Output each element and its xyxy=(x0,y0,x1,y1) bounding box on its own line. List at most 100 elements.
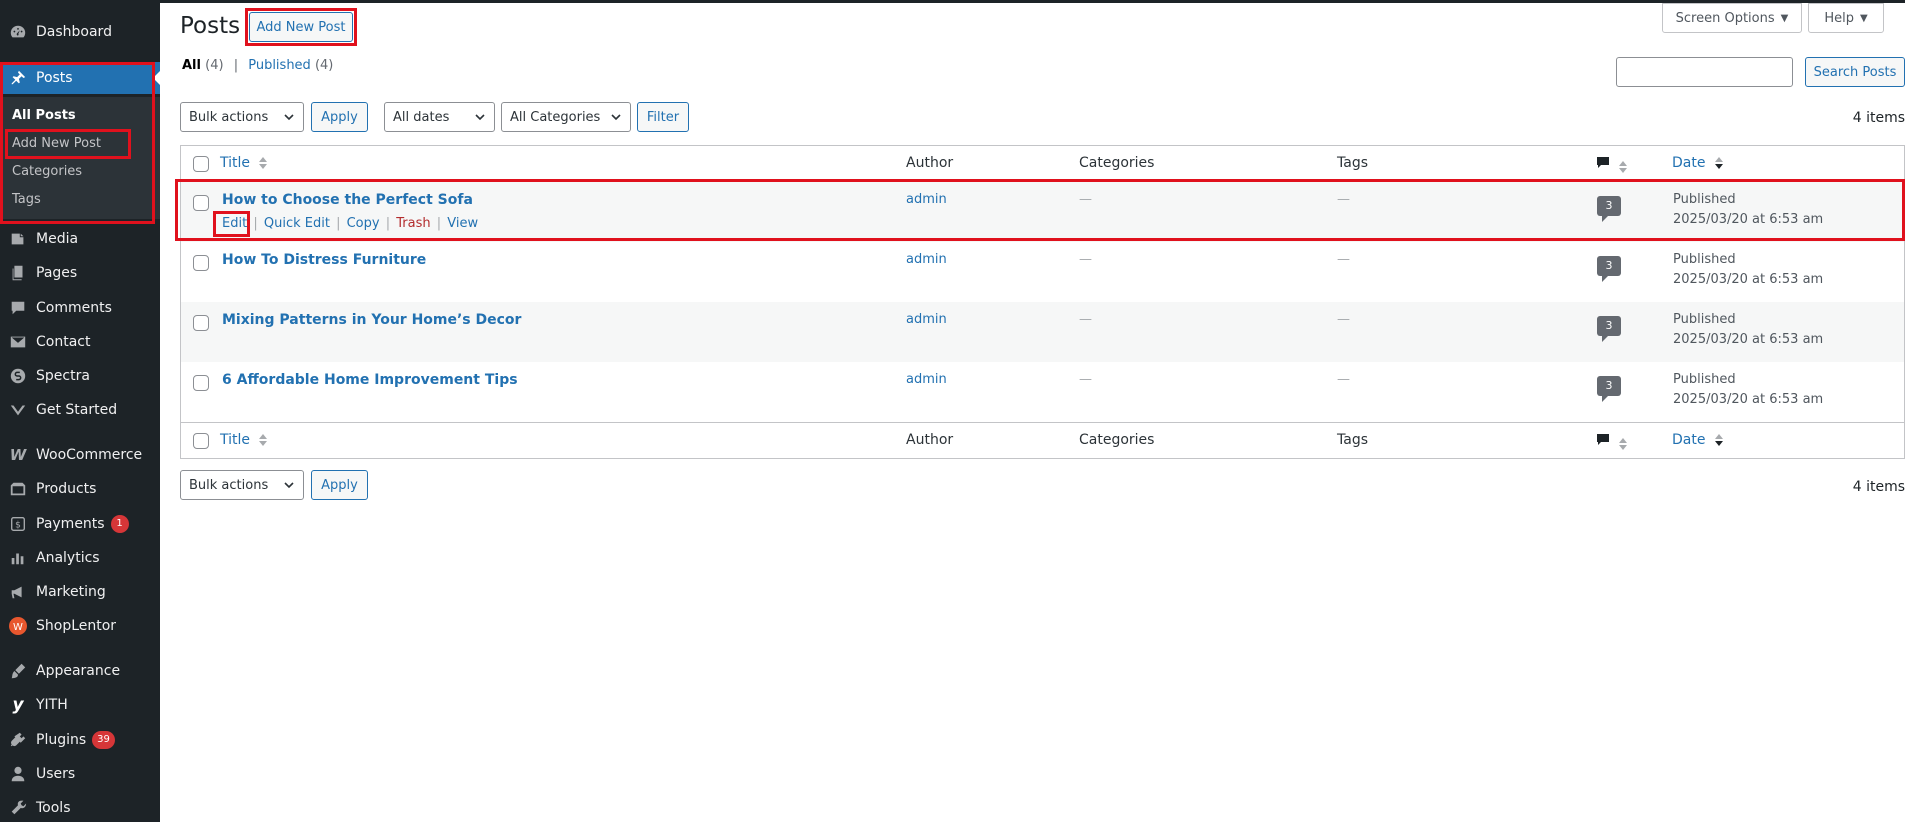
sort-desc-icon xyxy=(1714,434,1723,446)
column-comments-sort[interactable] xyxy=(1596,156,1628,174)
active-indicator xyxy=(153,70,161,86)
view-link[interactable]: View xyxy=(447,216,478,231)
post-status: Published xyxy=(1673,372,1736,387)
sidebar-item-label: Media xyxy=(36,231,79,247)
caret-down-icon: ▼ xyxy=(1859,12,1868,24)
trash-link[interactable]: Trash xyxy=(396,216,430,231)
column-date-sort[interactable]: Date xyxy=(1672,155,1724,171)
sidebar-item-payments[interactable]: $ Payments 1 xyxy=(0,509,160,539)
sidebar-item-dashboard[interactable]: Dashboard xyxy=(0,17,160,47)
items-count-bottom: 4 items xyxy=(1852,479,1905,495)
sidebar-item-contact[interactable]: Contact xyxy=(0,327,160,357)
help-button[interactable]: Help ▼ xyxy=(1808,3,1884,33)
sidebar-item-label: Spectra xyxy=(36,368,90,384)
table-footer: Title Author Categories Tags Date xyxy=(181,422,1904,458)
author-link[interactable]: admin xyxy=(906,372,947,387)
quick-edit-link[interactable]: Quick Edit xyxy=(264,216,330,231)
apply-button-top[interactable]: Apply xyxy=(311,102,368,132)
plugins-badge: 39 xyxy=(92,731,115,749)
filter-all-link[interactable]: All xyxy=(182,58,201,73)
page-title: Posts xyxy=(180,13,241,39)
screen-options-button[interactable]: Screen Options ▼ xyxy=(1662,3,1802,33)
author-link[interactable]: admin xyxy=(906,252,947,267)
sidebar-item-plugins[interactable]: Plugins 39 xyxy=(0,725,160,755)
comment-count-bubble[interactable]: 3 xyxy=(1597,256,1621,282)
bulk-actions-select-bottom[interactable]: Bulk actions xyxy=(180,470,304,500)
sidebar-item-marketing[interactable]: Marketing xyxy=(0,577,160,607)
post-status: Published xyxy=(1673,312,1736,327)
sidebar-item-get-started[interactable]: Get Started xyxy=(0,395,160,425)
sidebar-item-spectra[interactable]: Spectra xyxy=(0,361,160,391)
column-title-sort-footer[interactable]: Title xyxy=(220,432,268,448)
sidebar-item-analytics[interactable]: Analytics xyxy=(0,543,160,573)
chevron-down-icon xyxy=(611,114,621,121)
analytics-icon xyxy=(8,548,28,568)
tags-value: — xyxy=(1337,312,1350,327)
column-date-label: Date xyxy=(1672,155,1706,171)
products-icon xyxy=(8,479,28,499)
bulk-actions-select[interactable]: Bulk actions xyxy=(180,102,304,132)
post-title-link[interactable]: How To Distress Furniture xyxy=(222,252,426,268)
sidebar-item-label: Pages xyxy=(36,265,78,281)
sidebar-item-shoplentor[interactable]: W ShopLentor xyxy=(0,611,160,641)
post-status: Published xyxy=(1673,192,1736,207)
row-checkbox[interactable] xyxy=(193,195,209,211)
sidebar-item-label: WooCommerce xyxy=(36,447,143,463)
column-title-sort[interactable]: Title xyxy=(220,155,268,171)
search-posts-button[interactable]: Search Posts xyxy=(1805,57,1905,87)
select-all-checkbox-footer[interactable] xyxy=(193,433,209,449)
comment-count-bubble[interactable]: 3 xyxy=(1597,196,1621,222)
sidebar-item-posts[interactable]: Posts xyxy=(0,62,161,94)
column-date-sort-footer[interactable]: Date xyxy=(1672,432,1724,448)
add-new-post-button[interactable]: Add New Post xyxy=(249,12,353,42)
categories-select[interactable]: All Categories xyxy=(501,102,631,132)
copy-link[interactable]: Copy xyxy=(347,216,380,231)
sidebar-item-comments[interactable]: Comments xyxy=(0,293,160,323)
sort-icon xyxy=(259,434,268,446)
column-comments-sort-footer[interactable] xyxy=(1596,433,1628,451)
plugins-icon xyxy=(8,730,28,750)
row-checkbox[interactable] xyxy=(193,315,209,331)
submenu-all-posts[interactable]: All Posts xyxy=(12,104,76,126)
pages-icon xyxy=(8,263,28,283)
filter-button[interactable]: Filter xyxy=(637,102,689,132)
dashboard-icon xyxy=(8,22,28,42)
filter-all-count: (4) xyxy=(205,58,224,73)
table-header: Title Author Categories Tags Date xyxy=(181,146,1904,182)
search-input[interactable] xyxy=(1616,57,1793,87)
post-datetime: 2025/03/20 at 6:53 am xyxy=(1673,332,1824,347)
comment-count-bubble[interactable]: 3 xyxy=(1597,316,1621,342)
submenu-categories[interactable]: Categories xyxy=(12,160,82,182)
filter-published-count: (4) xyxy=(314,58,334,73)
edit-link[interactable]: Edit xyxy=(222,216,247,231)
sidebar-item-appearance[interactable]: Appearance xyxy=(0,656,160,686)
submenu-tags[interactable]: Tags xyxy=(12,188,41,210)
post-title-link[interactable]: Mixing Patterns in Your Home’s Decor xyxy=(222,312,521,328)
post-date: Published 2025/03/20 at 6:53 am xyxy=(1673,310,1823,350)
post-title-link[interactable]: 6 Affordable Home Improvement Tips xyxy=(222,372,518,388)
bulk-actions-value: Bulk actions xyxy=(189,477,269,493)
sidebar-item-label: Plugins xyxy=(36,732,87,748)
submenu-add-new-post[interactable]: Add New Post xyxy=(12,132,101,154)
column-title-label: Title xyxy=(220,432,251,448)
sort-icon xyxy=(1619,160,1628,173)
sidebar-item-tools[interactable]: Tools xyxy=(0,793,160,822)
author-link[interactable]: admin xyxy=(906,312,947,327)
post-datetime: 2025/03/20 at 6:53 am xyxy=(1673,272,1824,287)
sidebar-item-users[interactable]: Users xyxy=(0,759,160,789)
filter-published-link[interactable]: Published xyxy=(248,58,311,73)
apply-button-bottom[interactable]: Apply xyxy=(311,470,368,500)
sidebar-item-media[interactable]: Media xyxy=(0,224,160,254)
sidebar-item-label: Comments xyxy=(36,300,112,316)
dates-select[interactable]: All dates xyxy=(384,102,495,132)
sidebar-item-products[interactable]: Products xyxy=(0,474,160,504)
sidebar-item-pages[interactable]: Pages xyxy=(0,258,160,288)
sidebar-item-woocommerce[interactable]: W WooCommerce xyxy=(0,440,160,470)
select-all-checkbox[interactable] xyxy=(193,156,209,172)
row-checkbox[interactable] xyxy=(193,375,209,391)
author-link[interactable]: admin xyxy=(906,192,947,207)
sidebar-item-yith[interactable]: y YITH xyxy=(0,690,160,720)
comment-count-bubble[interactable]: 3 xyxy=(1597,376,1621,402)
post-title-link[interactable]: How to Choose the Perfect Sofa xyxy=(222,192,473,208)
row-checkbox[interactable] xyxy=(193,255,209,271)
